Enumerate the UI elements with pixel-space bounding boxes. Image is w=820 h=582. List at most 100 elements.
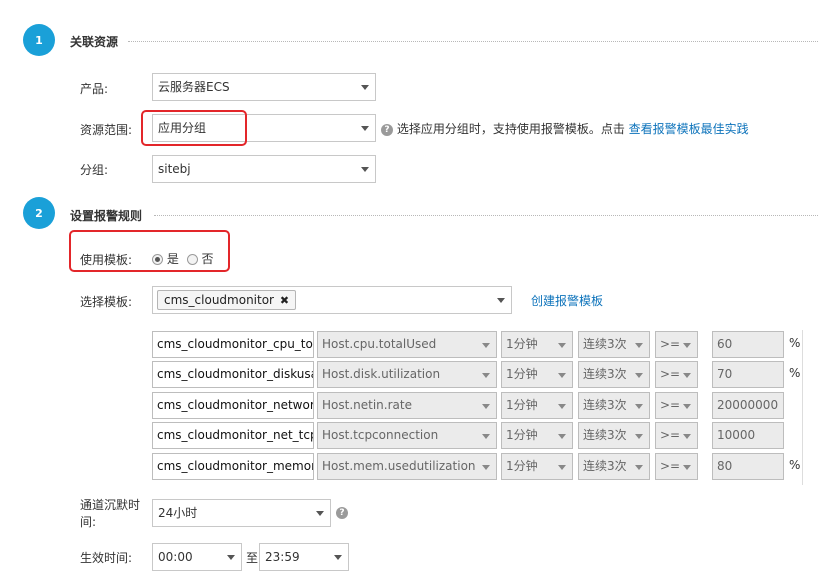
rules-table-right-border [802, 330, 803, 485]
caret-down-icon [316, 511, 324, 516]
rule-times-select[interactable]: 连续3次 [578, 361, 650, 388]
product-label: 产品: [80, 82, 109, 96]
rule-operator-value: >= [660, 398, 681, 412]
silence-label-line1: 通道沉默时 [80, 498, 141, 512]
group-select[interactable]: sitebj [152, 155, 376, 183]
rule-times-value: 连续3次 [583, 428, 627, 442]
rule-metric-select[interactable]: Host.tcpconnection [317, 422, 497, 449]
rule-operator-select[interactable]: >= [655, 453, 698, 480]
rule-unit: % [789, 366, 801, 380]
rule-period-select[interactable]: 1分钟 [501, 453, 573, 480]
template-tag: cms_cloudmonitor ✖ [157, 290, 297, 310]
rule-name-cell[interactable]: cms_cloudmonitor_memory_ [152, 453, 314, 480]
silence-help: ? [336, 505, 348, 519]
caret-down-icon [635, 404, 643, 409]
rule-period-value: 1分钟 [506, 337, 538, 351]
rule-operator-select[interactable]: >= [655, 331, 698, 358]
rule-period-select[interactable]: 1分钟 [501, 331, 573, 358]
rule-period-value: 1分钟 [506, 367, 538, 381]
rule-threshold-input[interactable]: 70 [712, 361, 784, 388]
caret-down-icon [361, 167, 369, 172]
rule-name-cell[interactable]: cms_cloudmonitor_cpu_total [152, 331, 314, 358]
silence-label: 通道沉默时 间: [80, 497, 140, 531]
caret-down-icon [361, 85, 369, 90]
effective-start-select[interactable]: 00:00 [152, 543, 242, 571]
rule-operator-value: >= [660, 459, 681, 473]
caret-down-icon [558, 404, 566, 409]
silence-select-value: 24小时 [158, 506, 198, 520]
section-2-title: 设置报警规则 [70, 209, 143, 223]
rule-threshold-input[interactable]: 20000000 [712, 392, 784, 419]
caret-down-icon [683, 373, 691, 378]
silence-label-line2: 间: [80, 515, 97, 529]
scope-label: 资源范围: [80, 123, 133, 137]
caret-down-icon [482, 465, 490, 470]
step-1-badge: 1 [23, 24, 55, 56]
rule-metric-select[interactable]: Host.disk.utilization [317, 361, 497, 388]
effective-end-value: 23:59 [265, 550, 300, 564]
rule-name-cell[interactable]: cms_cloudmonitor_net_tcpcc [152, 422, 314, 449]
rule-times-select[interactable]: 连续3次 [578, 331, 650, 358]
rule-period-value: 1分钟 [506, 428, 538, 442]
create-template-link[interactable]: 创建报警模板 [531, 292, 603, 309]
rule-name-cell[interactable]: cms_cloudmonitor_diskusage [152, 361, 314, 388]
caret-down-icon [227, 555, 235, 560]
rule-period-value: 1分钟 [506, 398, 538, 412]
rule-metric-select[interactable]: Host.cpu.totalUsed [317, 331, 497, 358]
rule-times-value: 连续3次 [583, 398, 627, 412]
product-select[interactable]: 云服务器ECS [152, 73, 376, 101]
rule-metric-value: Host.disk.utilization [322, 367, 441, 381]
scope-help: ? 选择应用分组时，支持使用报警模板。点击 查看报警模板最佳实践 [381, 120, 749, 137]
section-1-divider [128, 41, 818, 42]
best-practice-link[interactable]: 查看报警模板最佳实践 [629, 122, 749, 136]
rule-threshold-input[interactable]: 80 [712, 453, 784, 480]
rule-times-select[interactable]: 连续3次 [578, 392, 650, 419]
section-1-title: 关联资源 [70, 35, 119, 49]
product-select-value: 云服务器ECS [158, 80, 230, 94]
caret-down-icon [635, 434, 643, 439]
question-circle-icon[interactable]: ? [336, 506, 348, 519]
caret-down-icon [482, 373, 490, 378]
caret-down-icon [482, 343, 490, 348]
rule-unit: % [789, 458, 801, 472]
rule-period-select[interactable]: 1分钟 [501, 392, 573, 419]
rule-metric-select[interactable]: Host.mem.usedutilization [317, 453, 497, 480]
rule-operator-value: >= [660, 337, 681, 351]
rule-times-value: 连续3次 [583, 459, 627, 473]
rule-metric-value: Host.netin.rate [322, 398, 412, 412]
caret-down-icon [558, 465, 566, 470]
rule-operator-select[interactable]: >= [655, 422, 698, 449]
scope-highlight-box [141, 110, 247, 146]
step-2-badge: 2 [23, 197, 55, 229]
rule-times-select[interactable]: 连续3次 [578, 453, 650, 480]
effective-end-select[interactable]: 23:59 [259, 543, 349, 571]
caret-down-icon [635, 343, 643, 348]
caret-down-icon [558, 343, 566, 348]
section-2-divider [154, 215, 818, 216]
rule-period-value: 1分钟 [506, 459, 538, 473]
caret-down-icon [683, 465, 691, 470]
rule-period-select[interactable]: 1分钟 [501, 422, 573, 449]
caret-down-icon [635, 465, 643, 470]
rule-threshold-input[interactable]: 10000 [712, 422, 784, 449]
step-2-number: 2 [35, 206, 43, 220]
rule-operator-value: >= [660, 428, 681, 442]
rule-metric-select[interactable]: Host.netin.rate [317, 392, 497, 419]
rule-times-select[interactable]: 连续3次 [578, 422, 650, 449]
caret-down-icon [482, 434, 490, 439]
rule-period-select[interactable]: 1分钟 [501, 361, 573, 388]
template-tag-label: cms_cloudmonitor [164, 293, 274, 307]
effective-to-text: 至 [246, 551, 259, 565]
effective-start-value: 00:00 [158, 550, 193, 564]
rule-operator-select[interactable]: >= [655, 392, 698, 419]
rule-threshold-input[interactable]: 60 [712, 331, 784, 358]
caret-down-icon [683, 343, 691, 348]
rule-unit: % [789, 336, 801, 350]
rule-operator-select[interactable]: >= [655, 361, 698, 388]
rule-times-value: 连续3次 [583, 337, 627, 351]
group-select-value: sitebj [158, 162, 191, 176]
question-circle-icon[interactable]: ? [381, 123, 393, 136]
silence-select[interactable]: 24小时 [152, 499, 331, 527]
rule-name-cell[interactable]: cms_cloudmonitor_networkin [152, 392, 314, 419]
close-icon[interactable]: ✖ [280, 294, 289, 307]
